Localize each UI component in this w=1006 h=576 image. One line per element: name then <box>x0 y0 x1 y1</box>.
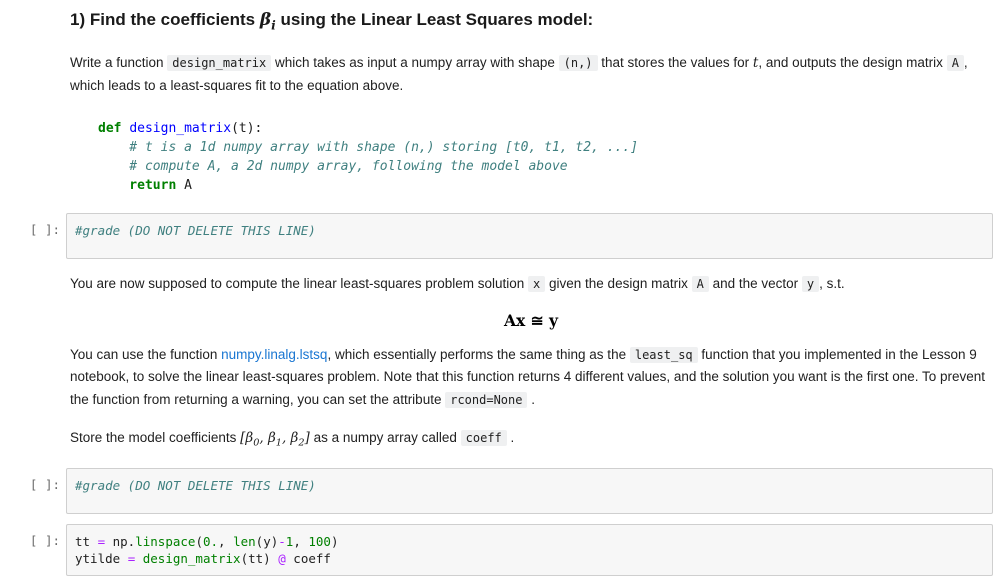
cell-prompt: [ ]: <box>29 532 60 548</box>
code-comment: # t is a 1d numpy array with shape (n,) … <box>98 139 639 155</box>
code-token: return <box>98 177 177 193</box>
text-segment: that stores the values for <box>597 55 753 71</box>
paragraph-store-coeff: Store the model coefficients [β0, β1, β2… <box>70 427 992 452</box>
code-token: - <box>278 533 286 549</box>
code-token: (y) <box>255 533 279 549</box>
code-token: = <box>97 533 106 549</box>
numpy-lstsq-link[interactable]: numpy.linalg.lstsq <box>221 347 327 362</box>
inline-code-A: A <box>691 275 709 292</box>
text-segment: as a numpy array called <box>309 429 461 445</box>
text-segment: given the design matrix <box>545 275 692 291</box>
text-segment: , which essentially performs the same th… <box>327 347 630 363</box>
notebook-page: 1) Find the coefficients βi using the Li… <box>0 10 1006 576</box>
code-cell-grade-1: [ ]: #grade (DO NOT DELETE THIS LINE) <box>0 212 1006 259</box>
inline-code-design-matrix: design_matrix <box>167 55 272 72</box>
inline-code-coeff: coeff <box>460 429 507 446</box>
paragraph-intro: Write a function design_matrix which tak… <box>70 52 992 97</box>
heading-text-post: using the Linear Least Squares model: <box>275 10 594 29</box>
code-cell-grade-2: [ ]: #grade (DO NOT DELETE THIS LINE) <box>0 467 1006 514</box>
paragraph-lstsq-details: You can use the function numpy.linalg.ls… <box>70 344 992 411</box>
math-equation: Ax ≅ y <box>503 311 559 331</box>
code-token: (t): <box>231 120 263 136</box>
math-segment: , β <box>281 429 299 446</box>
inline-code-least-sq: least_sq <box>629 347 698 364</box>
code-line: ytilde = design_matrix(tt) @ coeff <box>75 550 984 567</box>
code-line: # compute A, a 2d numpy array, following… <box>98 157 992 176</box>
markdown-section-2: You are now supposed to compute the line… <box>0 273 1006 452</box>
code-line: # t is a 1d numpy array with shape (n,) … <box>98 138 992 157</box>
text-segment: You can use the function <box>70 347 222 363</box>
code-line: return A <box>98 176 992 195</box>
code-token: ) <box>330 533 339 549</box>
inline-code-A: A <box>946 55 964 72</box>
code-token: linspace <box>135 533 196 549</box>
markdown-code-block: def design_matrix(t): # t is a 1d numpy … <box>98 119 992 195</box>
code-comment: # compute A, a 2d numpy array, following… <box>98 158 568 174</box>
code-token: , <box>218 533 234 549</box>
cell-prompt: [ ]: <box>29 221 60 237</box>
code-token: design_matrix <box>129 120 232 136</box>
code-editor-grade-1[interactable]: #grade (DO NOT DELETE THIS LINE) <box>66 212 993 259</box>
code-token: 0. <box>202 533 219 549</box>
code-cell-linspace: [ ]: tt = np.linspace(0., len(y)-1, 100)… <box>0 523 1006 576</box>
code-token: ( <box>195 533 203 549</box>
text-segment: . <box>527 391 535 407</box>
paragraph-lstsq-intro: You are now supposed to compute the line… <box>70 273 992 295</box>
code-token: A <box>176 177 192 193</box>
code-token: len <box>233 533 256 549</box>
inline-code-shape: (n,) <box>558 55 598 72</box>
beta-symbol: β <box>259 10 272 30</box>
math-segment: [β <box>240 429 254 446</box>
section-heading: 1) Find the coefficients βi using the Li… <box>70 10 992 32</box>
inline-code-x: x <box>528 275 546 292</box>
grade-comment: #grade (DO NOT DELETE THIS LINE) <box>75 477 316 493</box>
grade-comment: #grade (DO NOT DELETE THIS LINE) <box>75 222 316 238</box>
heading-text-pre: 1) Find the coefficients <box>70 10 260 29</box>
code-token: 100 <box>308 533 331 549</box>
code-editor-linspace[interactable]: tt = np.linspace(0., len(y)-1, 100) ytild… <box>66 523 993 576</box>
inline-code-y: y <box>801 275 820 292</box>
cell-prompt: [ ]: <box>29 476 60 492</box>
text-segment: . <box>506 429 515 445</box>
text-segment: Store the model coefficients <box>70 429 241 445</box>
text-segment: Write a function <box>70 55 168 71</box>
text-segment: which takes as input a numpy array with … <box>271 55 559 71</box>
code-token: np. <box>105 533 136 549</box>
text-segment: , and outputs the design matrix <box>758 55 947 71</box>
markdown-section-1: 1) Find the coefficients βi using the Li… <box>0 10 1006 195</box>
text-segment: You are now supposed to compute the line… <box>70 275 529 291</box>
code-token: , <box>293 533 309 549</box>
math-segment: , β <box>259 429 276 446</box>
code-token: def <box>98 120 130 136</box>
text-segment: and the vector <box>708 275 802 291</box>
inline-code-rcond: rcond=None <box>445 391 528 408</box>
code-editor-grade-2[interactable]: #grade (DO NOT DELETE THIS LINE) <box>66 467 993 514</box>
math-coefficients: [β0, β1, β2] <box>240 429 310 449</box>
code-line: def design_matrix(t): <box>98 119 992 138</box>
code-token: tt <box>75 533 98 549</box>
text-segment: , s.t. <box>819 275 845 291</box>
code-line: tt = np.linspace(0., len(y)-1, 100) <box>75 533 984 550</box>
